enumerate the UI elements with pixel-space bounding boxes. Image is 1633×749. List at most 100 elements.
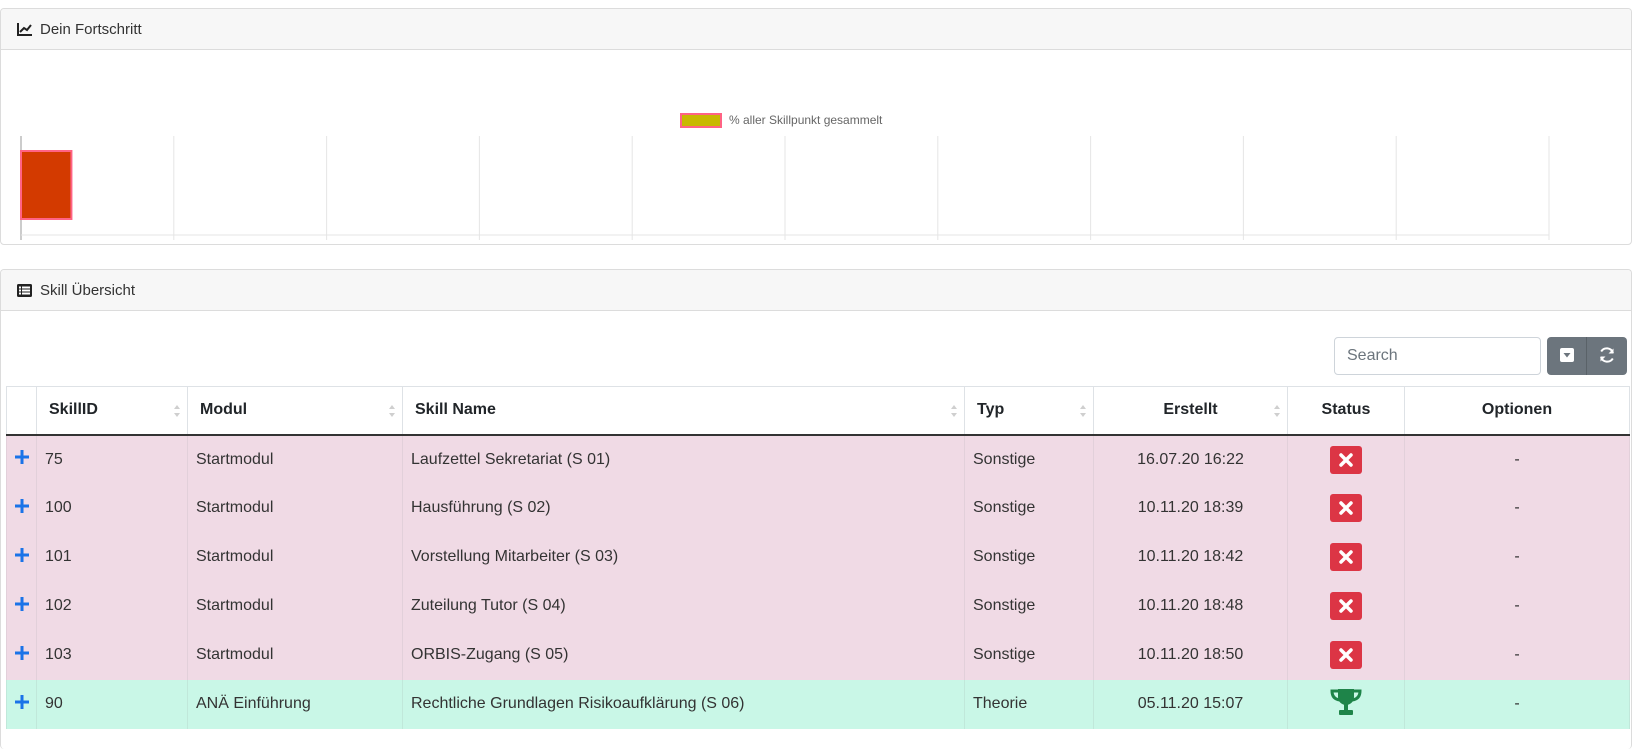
- sort-icon: [950, 403, 958, 419]
- cell-optionen: -: [1404, 532, 1630, 582]
- sort-icon: [173, 403, 181, 419]
- cell-erstellt: 10.11.20 18:48: [1093, 581, 1288, 631]
- cell-status: [1287, 581, 1405, 631]
- expand-row-button[interactable]: [6, 434, 37, 484]
- cell-skillid: 90: [36, 679, 188, 729]
- table-toolbar: [1334, 337, 1627, 375]
- x-tick-label: 20: [320, 243, 332, 245]
- table-row: 75 Startmodul Laufzettel Sekretariat (S 01…: [6, 434, 1630, 484]
- column-header-optionen: Optionen: [1404, 386, 1630, 436]
- column-header-skillid[interactable]: SkillID: [36, 386, 188, 436]
- cell-skill-name: Rechtliche Grundlagen Risikoaufklärung (…: [402, 679, 965, 729]
- cell-skill-name: Laufzettel Sekretariat (S 01): [402, 434, 965, 484]
- cell-erstellt: 10.11.20 18:50: [1093, 630, 1288, 680]
- x-mark-icon: [1330, 641, 1362, 669]
- progress-panel-title: Dein Fortschritt: [40, 20, 142, 38]
- x-tick-label: 50: [779, 243, 791, 245]
- search-input[interactable]: [1334, 337, 1541, 375]
- x-tick-label: 90: [1390, 243, 1402, 245]
- column-header-modul[interactable]: Modul: [187, 386, 403, 436]
- cell-skill-name: Zuteilung Tutor (S 04): [402, 581, 965, 631]
- cell-modul: Startmodul: [187, 483, 403, 533]
- expand-row-button[interactable]: [6, 581, 37, 631]
- skills-table-body: 75 Startmodul Laufzettel Sekretariat (S 01…: [6, 434, 1630, 729]
- progress-panel: Dein Fortschritt % aller Skillpunkt gesa…: [0, 8, 1632, 245]
- cell-optionen: -: [1404, 434, 1630, 484]
- cell-status: [1287, 434, 1405, 484]
- cell-skillid: 75: [36, 434, 188, 484]
- progress-panel-header: Dein Fortschritt: [1, 9, 1631, 50]
- skills-panel-header: Skill Übersicht: [1, 270, 1631, 311]
- refresh-button[interactable]: [1587, 337, 1627, 375]
- cell-typ: Sonstige: [964, 483, 1094, 533]
- column-header-typ[interactable]: Typ: [964, 386, 1094, 436]
- sort-icon: [388, 403, 396, 419]
- cell-status: [1287, 483, 1405, 533]
- skills-table: SkillID Modul Skill Name Typ Erstellt St…: [6, 386, 1630, 729]
- trophy-icon: [1328, 688, 1364, 721]
- cell-modul: Startmodul: [187, 434, 403, 484]
- column-header-skill-name[interactable]: Skill Name: [402, 386, 965, 436]
- cell-skillid: 102: [36, 581, 188, 631]
- table-header-row: SkillID Modul Skill Name Typ Erstellt St…: [6, 386, 1630, 436]
- x-tick-label: 80: [1237, 243, 1249, 245]
- x-mark-icon: [1330, 494, 1362, 522]
- line-chart-icon: [17, 21, 35, 37]
- x-mark-icon: [1330, 592, 1362, 620]
- skills-panel: Skill Übersicht SkillID Modul: [0, 269, 1632, 749]
- progress-chart: % aller Skillpunkt gesammelt 0 10 20 30 40 50 6…: [1, 50, 1631, 245]
- table-row: 100 Startmodul Hausführung (S 02) Sonstige 1…: [6, 483, 1630, 533]
- cell-erstellt: 10.11.20 18:42: [1093, 532, 1288, 582]
- cell-modul: ANÄ Einführung: [187, 679, 403, 729]
- progress-chart-svg: % aller Skillpunkt gesammelt 0 10 20 30 40 50 6…: [18, 113, 1558, 245]
- cell-typ: Sonstige: [964, 630, 1094, 680]
- cell-skill-name: Hausführung (S 02): [402, 483, 965, 533]
- cell-optionen: -: [1404, 630, 1630, 680]
- table-row: 101 Startmodul Vorstellung Mitarbeiter (S …: [6, 532, 1630, 582]
- cell-skillid: 100: [36, 483, 188, 533]
- x-mark-icon: [1330, 445, 1362, 474]
- plus-icon: [15, 596, 29, 615]
- x-tick-label: 0: [18, 243, 24, 245]
- table-row: 90 ANÄ Einführung Rechtliche Grundlagen Ri…: [6, 679, 1630, 729]
- expand-row-button[interactable]: [6, 532, 37, 582]
- x-tick-label: 30: [473, 243, 485, 245]
- x-tick-label: 40: [626, 243, 638, 245]
- cell-optionen: -: [1404, 581, 1630, 631]
- toggle-columns-button[interactable]: [1547, 337, 1587, 375]
- x-tick-label: 70: [1084, 243, 1096, 245]
- plus-icon: [15, 450, 29, 468]
- plus-icon: [15, 694, 29, 713]
- cell-skillid: 103: [36, 630, 188, 680]
- x-mark-icon: [1330, 543, 1362, 571]
- sort-icon: [1079, 403, 1087, 419]
- expand-row-button[interactable]: [6, 483, 37, 533]
- cell-modul: Startmodul: [187, 532, 403, 582]
- progress-bar: [20, 150, 73, 220]
- x-tick-label: 10: [168, 243, 180, 245]
- cell-typ: Sonstige: [964, 434, 1094, 484]
- x-tick-label: 100: [1540, 243, 1558, 245]
- refresh-icon: [1598, 346, 1616, 367]
- cell-skill-name: ORBIS-Zugang (S 05): [402, 630, 965, 680]
- cell-typ: Sonstige: [964, 532, 1094, 582]
- plus-icon: [15, 547, 29, 566]
- column-header-erstellt[interactable]: Erstellt: [1093, 386, 1288, 436]
- cell-typ: Theorie: [964, 679, 1094, 729]
- cell-modul: Startmodul: [187, 630, 403, 680]
- sort-icon: [1273, 403, 1281, 419]
- table-row: 103 Startmodul ORBIS-Zugang (S 05) Sonstige…: [6, 630, 1630, 680]
- cell-skill-name: Vorstellung Mitarbeiter (S 03): [402, 532, 965, 582]
- list-icon: [17, 282, 35, 298]
- expand-row-button[interactable]: [6, 679, 37, 729]
- x-tick-label: 60: [932, 243, 944, 245]
- cell-status: [1287, 630, 1405, 680]
- cell-status: [1287, 532, 1405, 582]
- cell-status: [1287, 679, 1405, 729]
- cell-erstellt: 16.07.20 16:22: [1093, 434, 1288, 484]
- plus-icon: [15, 498, 29, 517]
- expand-row-button[interactable]: [6, 630, 37, 680]
- expand-column-header: [6, 386, 37, 436]
- cell-typ: Sonstige: [964, 581, 1094, 631]
- cell-skillid: 101: [36, 532, 188, 582]
